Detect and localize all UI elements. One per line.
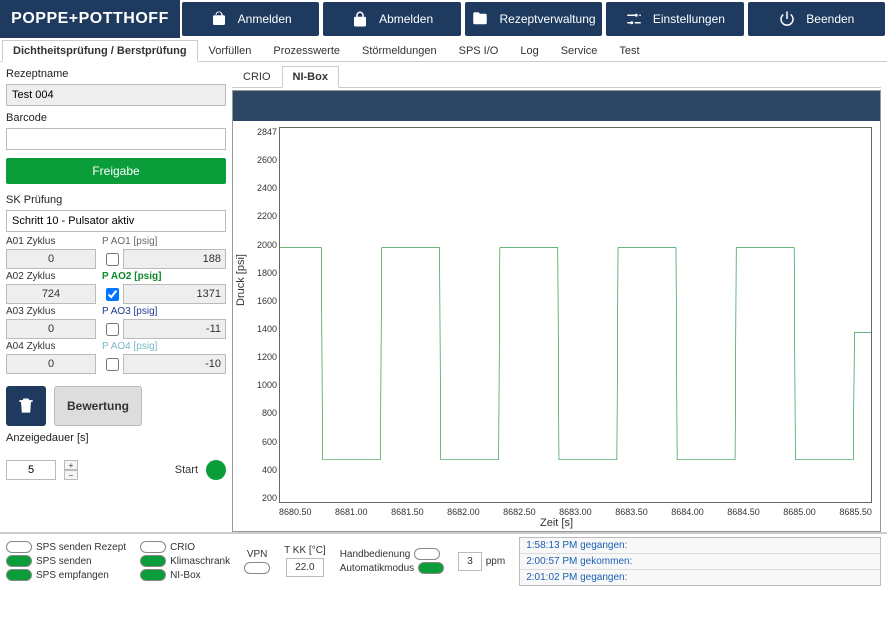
folder-icon: [471, 10, 489, 28]
rezeptname-label: Rezeptname: [6, 68, 226, 80]
a01-value: 0: [6, 249, 96, 269]
tkk-label: T KK [°C]: [284, 545, 326, 556]
beenden-button[interactable]: Beenden: [748, 2, 885, 36]
ppm-unit: ppm: [486, 556, 505, 567]
lock-icon: [351, 10, 369, 28]
a03-value: 0: [6, 319, 96, 339]
chart-toolbar: [233, 91, 880, 121]
status-indicator: [6, 541, 32, 553]
status-label: SPS senden Rezept: [36, 542, 126, 553]
freigabe-button[interactable]: Freigabe: [6, 158, 226, 184]
chart-tabs: CRIO NI-Box: [232, 66, 881, 88]
status-label: Klimaschrank: [170, 556, 230, 567]
barcode-input[interactable]: [6, 128, 226, 150]
event-log[interactable]: 1:58:13 PM gegangen:2:00:57 PM gekommen:…: [519, 537, 881, 586]
tab-nibox[interactable]: NI-Box: [282, 66, 339, 88]
power-icon: [778, 10, 796, 28]
pao4-checkbox[interactable]: [106, 358, 119, 371]
pao2-label: P AO2 [psig]: [102, 271, 226, 282]
automatik-label: Automatikmodus: [340, 563, 414, 574]
y-axis-label: Druck [psi]: [235, 254, 247, 306]
tkk-value: 22.0: [286, 558, 323, 577]
start-label: Start: [175, 464, 198, 476]
sliders-icon: [625, 10, 643, 28]
status-label: SPS empfangen: [36, 570, 109, 581]
pao1-label: P AO1 [psig]: [102, 236, 226, 247]
pao4-label: P AO4 [psig]: [102, 341, 226, 352]
x-ticks: 8680.508681.008681.508682.008682.508683.…: [279, 507, 872, 517]
anmelden-button[interactable]: Anmelden: [182, 2, 319, 36]
a02-value: 724: [6, 284, 96, 304]
pao2-value: 1371: [123, 284, 226, 304]
log-row: 1:58:13 PM gegangen:: [520, 538, 880, 554]
y-ticks: 2847260024002200200018001600140012001000…: [251, 127, 277, 503]
vpn-indicator: [244, 562, 270, 574]
tab-log[interactable]: Log: [509, 40, 549, 61]
rezeptverwaltung-button[interactable]: Rezeptverwaltung: [465, 2, 602, 36]
tab-crio[interactable]: CRIO: [232, 66, 282, 87]
pao1-checkbox[interactable]: [106, 253, 119, 266]
status-label: SPS senden: [36, 556, 92, 567]
pao3-checkbox[interactable]: [106, 323, 119, 336]
einstellungen-button[interactable]: Einstellungen: [606, 2, 743, 36]
bewertung-button[interactable]: Bewertung: [54, 386, 142, 426]
tab-test[interactable]: Test: [608, 40, 650, 61]
pao3-value: -11: [123, 319, 226, 339]
handbedienung-indicator: [414, 548, 440, 560]
barcode-label: Barcode: [6, 112, 226, 124]
tab-prozesswerte[interactable]: Prozesswerte: [262, 40, 351, 61]
abmelden-button[interactable]: Abmelden: [323, 2, 460, 36]
chart-container: Druck [psi] Zeit [s] 2847260024002200200…: [232, 90, 881, 532]
status-indicator: [6, 555, 32, 567]
sk-input[interactable]: [6, 210, 226, 232]
status-label: NI-Box: [170, 570, 201, 581]
a03-label: A03 Zyklus: [6, 306, 96, 317]
ppm-value: 3: [458, 552, 482, 571]
pao3-label: P AO3 [psig]: [102, 306, 226, 317]
logo: POPPE+POTTHOFF: [0, 0, 180, 38]
log-row: 2:01:02 PM gegangen:: [520, 570, 880, 585]
start-button[interactable]: [206, 460, 226, 480]
rezeptname-input[interactable]: [6, 84, 226, 106]
status-indicator: [140, 555, 166, 567]
chart-plot[interactable]: Druck [psi] Zeit [s] 2847260024002200200…: [233, 121, 880, 531]
anzeigedauer-down[interactable]: −: [64, 470, 78, 480]
trash-icon: [16, 396, 36, 416]
status-col-b: CRIO Klimaschrank NI-Box: [140, 541, 230, 581]
status-label: CRIO: [170, 542, 195, 553]
vpn-label: VPN: [247, 549, 268, 560]
tab-vorfuellen[interactable]: Vorfüllen: [198, 40, 263, 61]
handbedienung-label: Handbedienung: [340, 549, 411, 560]
tab-stoermeldungen[interactable]: Störmeldungen: [351, 40, 448, 61]
a01-label: A01 Zyklus: [6, 236, 96, 247]
pao2-checkbox[interactable]: [106, 288, 119, 301]
status-bar: SPS senden Rezept SPS senden SPS empfangen…: [0, 532, 887, 588]
a04-value: 0: [6, 354, 96, 374]
log-row: 2:00:57 PM gekommen:: [520, 554, 880, 570]
pao1-value: 188: [123, 249, 226, 269]
a02-label: A02 Zyklus: [6, 271, 96, 282]
anzeigedauer-input[interactable]: [6, 460, 56, 480]
tab-service[interactable]: Service: [550, 40, 609, 61]
status-col-a: SPS senden Rezept SPS senden SPS empfangen: [6, 541, 126, 581]
anzeigedauer-up[interactable]: +: [64, 460, 78, 470]
main-tabs: Dichtheitsprüfung / Berstprüfung Vorfüll…: [0, 38, 887, 62]
delete-button[interactable]: [6, 386, 46, 426]
status-indicator: [6, 569, 32, 581]
header-bar: POPPE+POTTHOFF Anmelden Abmelden Rezeptv…: [0, 0, 887, 38]
pao4-value: -10: [123, 354, 226, 374]
status-indicator: [140, 541, 166, 553]
tab-spsio[interactable]: SPS I/O: [448, 40, 510, 61]
status-indicator: [140, 569, 166, 581]
x-axis-label: Zeit [s]: [540, 517, 573, 529]
anzeigedauer-label: Anzeigedauer [s]: [6, 432, 226, 444]
left-panel: Rezeptname Barcode Freigabe SK Prüfung A…: [6, 66, 226, 532]
unlock-icon: [210, 10, 228, 28]
sk-label: SK Prüfung: [6, 194, 226, 206]
a04-label: A04 Zyklus: [6, 341, 96, 352]
right-panel: CRIO NI-Box Druck [psi] Zeit [s] 2847260…: [232, 66, 881, 532]
automatik-indicator: [418, 562, 444, 574]
tab-dichtheit[interactable]: Dichtheitsprüfung / Berstprüfung: [2, 40, 198, 62]
